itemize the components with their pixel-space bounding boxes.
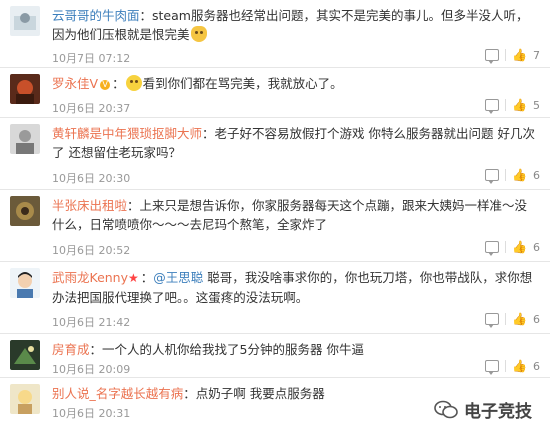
divider bbox=[505, 360, 507, 372]
comment-item: 半张床出租啦：上来只是想告诉你，你家服务器每天这个点蹦，跟来大姨妈一样准～没什么… bbox=[0, 190, 550, 262]
comment-text: 半张床出租啦：上来只是想告诉你，你家服务器每天这个点蹦，跟来大姨妈一样准～没什么… bbox=[52, 198, 528, 232]
timestamp: 10月6日 20:37 bbox=[52, 102, 131, 115]
comment-item: 黄轩麟是中年猥琐抠脚大师：老子好不容易放假打个游戏 你特么服务器就出问题 好几次… bbox=[0, 118, 550, 190]
like-count: 6 bbox=[533, 312, 540, 326]
avatar[interactable] bbox=[10, 340, 40, 370]
watermark-text: 电子竞技 bbox=[464, 402, 532, 422]
reply-icon[interactable] bbox=[485, 241, 500, 256]
like-count: 6 bbox=[533, 359, 540, 373]
comment-actions: 👍 6 bbox=[485, 312, 540, 328]
comment-actions: 👍 6 bbox=[485, 359, 540, 375]
verified-icon: V bbox=[100, 80, 111, 90]
username-link[interactable]: 房育成 bbox=[52, 342, 90, 357]
mention-link[interactable]: @王思聪 bbox=[153, 270, 203, 285]
username-link[interactable]: 别人说_名字越长越有病 bbox=[52, 386, 183, 401]
avatar[interactable] bbox=[10, 196, 40, 226]
wechat-logo-icon bbox=[434, 400, 458, 420]
comment-text: 武雨龙Kenny★ ：@王思聪 聪哥，我没啥事求你的，你也玩刀塔，你也带战队，求你… bbox=[52, 270, 533, 305]
avatar[interactable] bbox=[10, 6, 40, 36]
comment-item: 罗永佳V V：看到你们都在骂完美，我就放心了。 10月6日 20:37 👍 5 bbox=[0, 68, 550, 118]
like-icon[interactable]: 👍 bbox=[512, 359, 527, 373]
smile-emoji-icon bbox=[125, 75, 142, 91]
comment-item: 房育成：一个人的人机你给我找了5分钟的服务器 你牛逼 10月6日 20:09 👍… bbox=[0, 334, 550, 378]
divider bbox=[505, 313, 507, 325]
like-count: 6 bbox=[533, 168, 540, 182]
divider bbox=[505, 49, 507, 61]
timestamp: 10月6日 20:30 bbox=[52, 172, 131, 185]
like-count: 6 bbox=[533, 240, 540, 254]
like-icon[interactable]: 👍 bbox=[512, 98, 527, 112]
comment-actions: 👍 5 bbox=[485, 98, 540, 114]
username-link[interactable]: 罗永佳V bbox=[52, 76, 98, 91]
comment-actions: 👍 6 bbox=[485, 168, 540, 184]
avatar[interactable] bbox=[10, 124, 40, 154]
watermark: 电子竞技 bbox=[434, 397, 532, 422]
timestamp: 10月7日 07:12 bbox=[52, 52, 131, 65]
comment-item: 武雨龙Kenny★ ：@王思聪 聪哥，我没啥事求你的，你也玩刀塔，你也带战队，求你… bbox=[0, 262, 550, 334]
username-link[interactable]: 云哥哥的牛肉面 bbox=[52, 8, 140, 23]
timestamp: 10月6日 21:42 bbox=[52, 316, 131, 329]
timestamp: 10月6日 20:52 bbox=[52, 244, 131, 257]
reply-icon[interactable] bbox=[485, 49, 500, 64]
comment-actions: 👍 6 bbox=[485, 240, 540, 256]
like-count: 7 bbox=[533, 48, 540, 62]
username-link[interactable]: 半张床出租啦 bbox=[52, 198, 127, 213]
reply-icon[interactable] bbox=[485, 99, 500, 114]
timestamp: 10月6日 20:31 bbox=[52, 407, 131, 420]
reply-icon[interactable] bbox=[485, 360, 500, 375]
reply-icon[interactable] bbox=[485, 169, 500, 184]
like-icon[interactable]: 👍 bbox=[512, 312, 527, 326]
star-badge-icon: ★ bbox=[128, 271, 139, 285]
like-count: 5 bbox=[533, 98, 540, 112]
avatar[interactable] bbox=[10, 74, 40, 104]
divider bbox=[505, 241, 507, 253]
comment-actions: 👍 7 bbox=[485, 48, 540, 64]
comment-item: 云哥哥的牛肉面：steam服务器也经常出问题，其实不是完美的事儿。但多半没人听，… bbox=[0, 0, 550, 68]
like-icon[interactable]: 👍 bbox=[512, 168, 527, 182]
divider bbox=[505, 169, 507, 181]
like-icon[interactable]: 👍 bbox=[512, 240, 527, 254]
comment-text: 罗永佳V V：看到你们都在骂完美，我就放心了。 bbox=[52, 75, 343, 91]
comment-text: 黄轩麟是中年猥琐抠脚大师：老子好不容易放假打个游戏 你特么服务器就出问题 好几次… bbox=[52, 126, 535, 160]
timestamp: 10月6日 20:09 bbox=[52, 363, 131, 376]
divider bbox=[505, 99, 507, 111]
avatar[interactable] bbox=[10, 268, 40, 298]
like-icon[interactable]: 👍 bbox=[512, 48, 527, 62]
comment-text: 房育成：一个人的人机你给我找了5分钟的服务器 你牛逼 bbox=[52, 342, 364, 357]
comment-text: 云哥哥的牛肉面：steam服务器也经常出问题，其实不是完美的事儿。但多半没人听，… bbox=[52, 8, 529, 42]
cat-emoji-icon bbox=[190, 26, 207, 42]
avatar[interactable] bbox=[10, 384, 40, 414]
username-link[interactable]: 武雨龙Kenny bbox=[52, 270, 128, 285]
username-link[interactable]: 黄轩麟是中年猥琐抠脚大师 bbox=[52, 126, 202, 141]
reply-icon[interactable] bbox=[485, 313, 500, 328]
